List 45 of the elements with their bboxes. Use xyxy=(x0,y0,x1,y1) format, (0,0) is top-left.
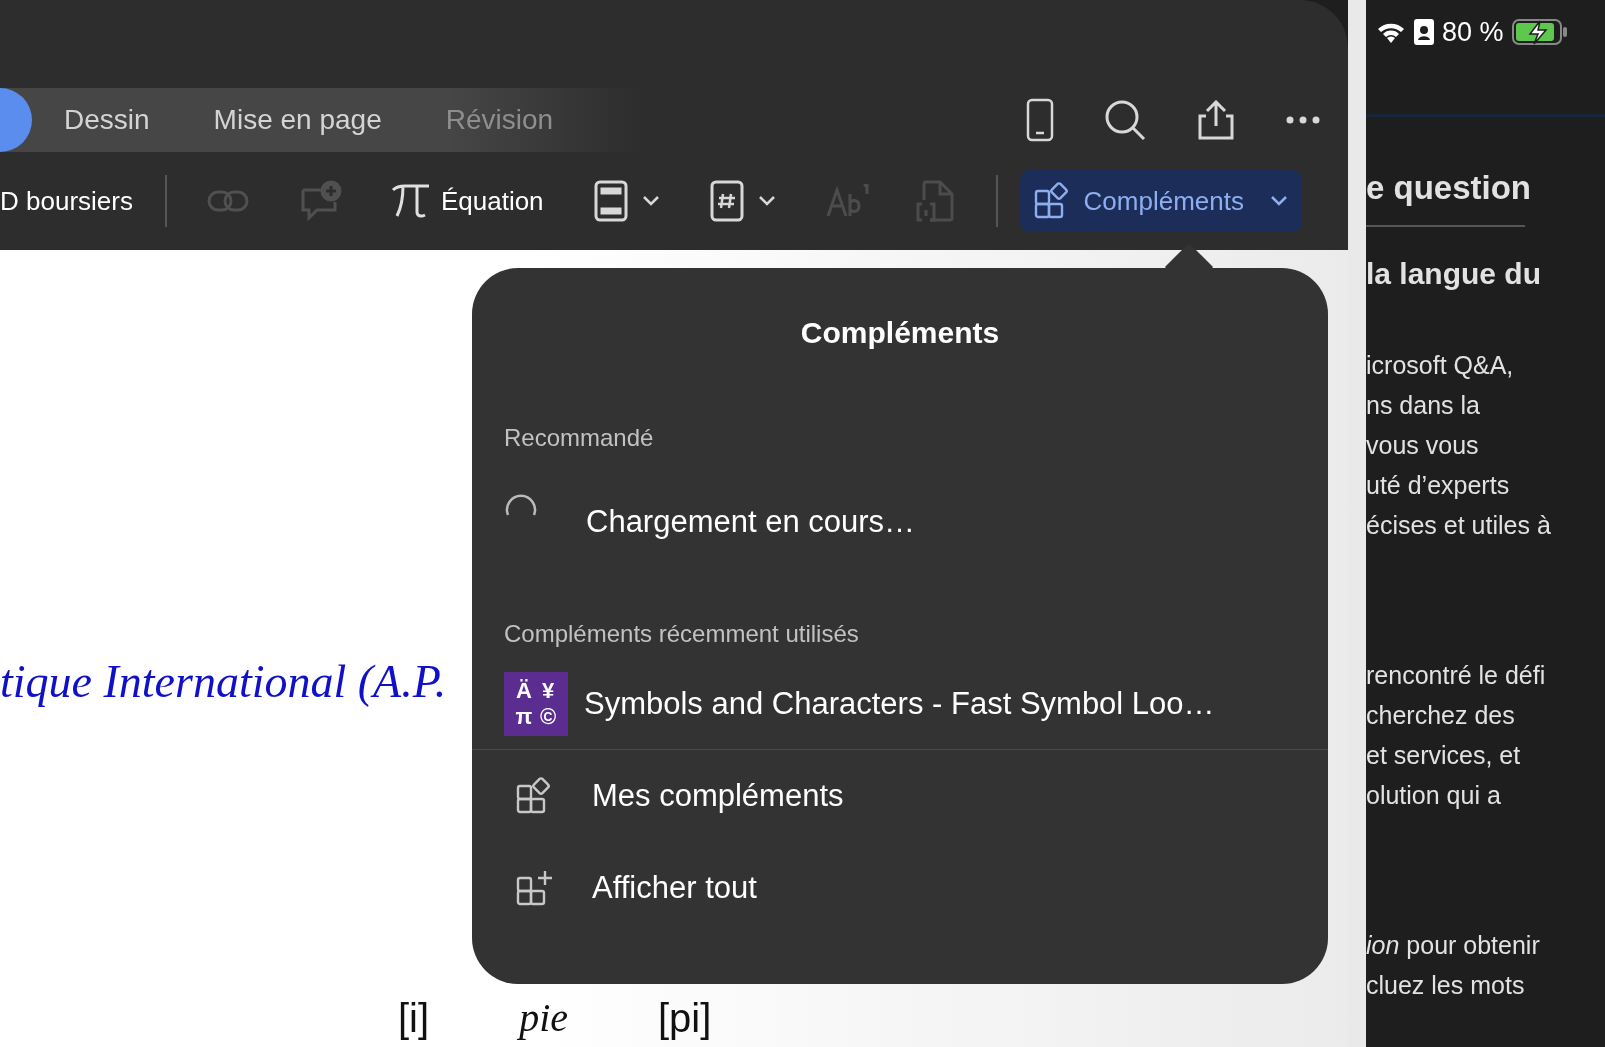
share-icon[interactable] xyxy=(1196,100,1236,140)
popover-title: Compléments xyxy=(800,315,1000,351)
panel-text-line: ns dans la xyxy=(1366,390,1481,421)
page-number-icon[interactable] xyxy=(709,180,744,222)
document-text: pie xyxy=(519,997,568,1039)
menu-item[interactable]: Mes compléments xyxy=(472,750,1328,842)
chevron-icon[interactable] xyxy=(641,195,660,207)
document-text: [pi] xyxy=(658,997,712,1039)
menu-item[interactable]: Afficher tout xyxy=(472,842,1328,934)
panel-title: e question xyxy=(1366,169,1533,207)
search-icon[interactable] xyxy=(1104,99,1146,141)
add-grid-icon xyxy=(516,869,554,907)
pi-icon xyxy=(390,182,431,220)
phone-icon[interactable] xyxy=(1026,98,1054,142)
panel-text-line: icrosoft Q&A, xyxy=(1366,350,1515,381)
add-in-item[interactable]: Ä ¥ π © Symbols and Characters - Fast Symbol Loo… xyxy=(472,659,1328,750)
section-header: Recommandé xyxy=(503,423,655,453)
add-ins-button[interactable]: Compléments xyxy=(1019,170,1302,232)
page-layout-icon[interactable] xyxy=(593,180,628,222)
chevron-icon[interactable] xyxy=(1270,195,1288,207)
panel-text-line: cluez les mots xyxy=(1366,970,1526,1001)
document-text: [i] xyxy=(398,997,430,1039)
id-card-icon xyxy=(1414,19,1434,45)
equation-button[interactable]: Équation xyxy=(440,185,544,217)
panel-text-line: et services, et xyxy=(1366,740,1522,771)
panel-text-line: ion pour obtenir xyxy=(1366,930,1541,961)
panel-text-line: rencontré le défi xyxy=(1366,660,1547,691)
document-heading: tique International (A.P. xyxy=(0,655,447,708)
battery-percentage: 80 % xyxy=(1442,16,1504,48)
panel-text-line: olution qui a xyxy=(1366,780,1502,811)
wifi-icon xyxy=(1376,21,1406,43)
more-icon[interactable] xyxy=(1286,116,1320,124)
battery-charging-icon xyxy=(1511,19,1568,45)
panel-text-line: uté d’experts xyxy=(1366,470,1511,501)
chevron-icon[interactable] xyxy=(757,195,776,207)
symbols-app-icon: Ä ¥ π © xyxy=(504,672,568,736)
loading-text: Chargement en cours… xyxy=(586,503,916,540)
panel-text-line: cherchez des xyxy=(1366,700,1516,731)
toolbar-label[interactable]: D boursiers xyxy=(0,185,133,217)
panel-text-line: vous vous xyxy=(1366,430,1480,461)
section-header: Compléments récemment utilisés xyxy=(503,619,860,649)
panel-text-line: écises et utiles à xyxy=(1366,510,1552,541)
ribbon-tab[interactable]: Dessin xyxy=(64,104,150,136)
panel-subtitle: la langue du xyxy=(1366,257,1543,291)
ribbon-tab[interactable]: Mise en page xyxy=(213,104,382,136)
